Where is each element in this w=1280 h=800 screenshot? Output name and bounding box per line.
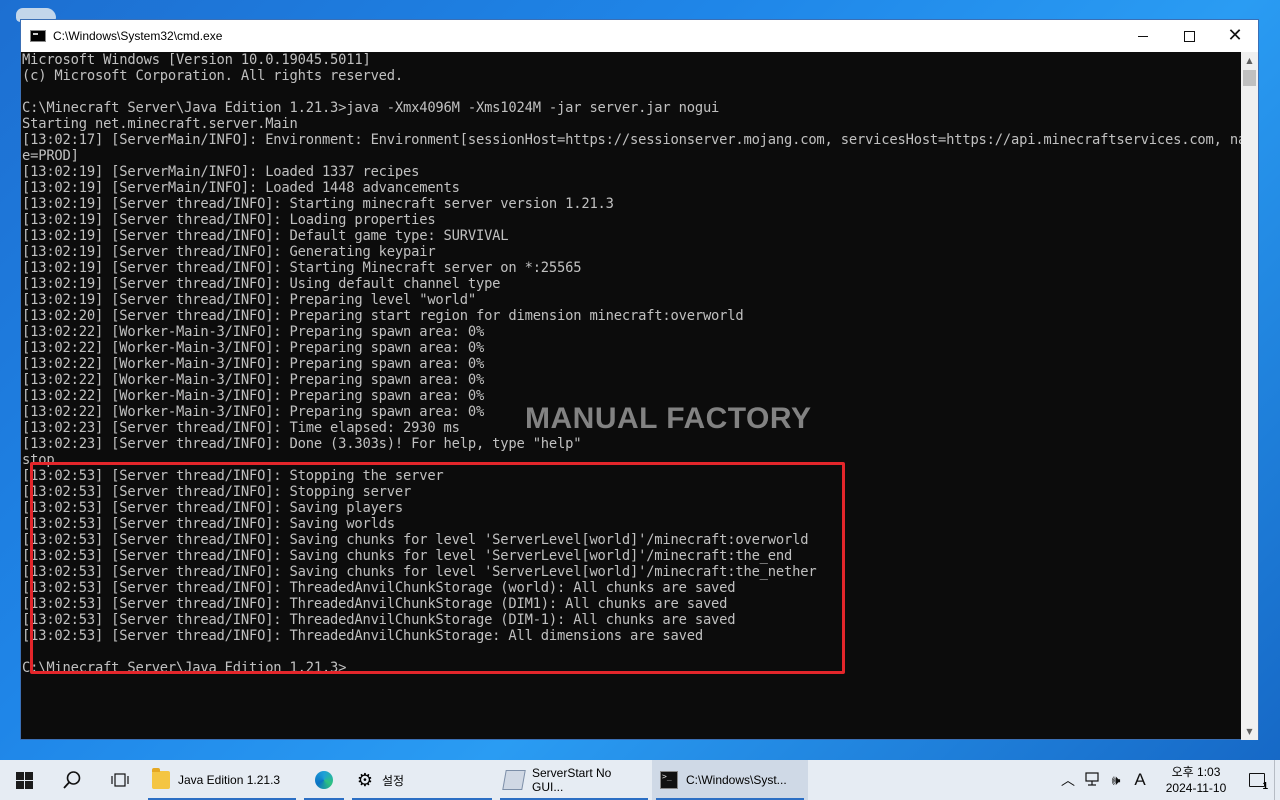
chevron-up-icon[interactable]: ︿ <box>1056 770 1080 790</box>
show-desktop-button[interactable] <box>1274 760 1280 800</box>
watermark: MANUAL FACTORY <box>525 402 812 435</box>
console-line: [13:02:19] [ServerMain/INFO]: Loaded 133… <box>22 164 420 180</box>
taskbar-app-cmd[interactable]: C:\Windows\Syst... <box>652 760 808 800</box>
network-icon[interactable] <box>1080 771 1104 789</box>
taskbar-app-edge[interactable] <box>300 760 348 800</box>
taskbar-app-label: ServerStart No GUI... <box>532 766 612 794</box>
task-view-icon <box>111 773 129 787</box>
taskbar-app-label: Java Edition 1.21.3 <box>178 773 281 787</box>
taskbar: Java Edition 1.21.3 ⚙ 설정 ServerStart No … <box>0 760 1280 800</box>
gear-icon: ⚙ <box>356 770 374 790</box>
window-title: C:\Windows\System32\cmd.exe <box>53 29 223 43</box>
minimize-button[interactable] <box>1120 20 1166 52</box>
console-line: [13:02:19] [Server thread/INFO]: Startin… <box>22 260 582 276</box>
search-icon <box>63 771 81 789</box>
console-line: Starting net.minecraft.server.Main <box>22 116 298 132</box>
script-icon <box>502 770 526 790</box>
console-line: [13:02:19] [Server thread/INFO]: Generat… <box>22 244 436 260</box>
taskbar-app-serverstart[interactable]: ServerStart No GUI... <box>496 760 652 800</box>
vertical-scrollbar[interactable]: ▲ ▼ <box>1241 52 1258 740</box>
console-line: [13:02:19] [Server thread/INFO]: Prepari… <box>22 292 476 308</box>
windows-logo-icon <box>15 771 33 789</box>
clock[interactable]: 오후 1:03 2024-11-10 <box>1156 764 1236 796</box>
console-line: [13:02:23] [Server thread/INFO]: Done (3… <box>22 436 582 452</box>
edge-icon <box>315 771 333 789</box>
highlight-annotation <box>30 462 845 674</box>
taskbar-app-label: 설정 <box>382 773 405 788</box>
clock-time: 오후 1:03 <box>1171 765 1221 779</box>
console-line: [13:02:22] [Worker-Main-3/INFO]: Prepari… <box>22 372 485 388</box>
console-line: [13:02:20] [Server thread/INFO]: Prepari… <box>22 308 744 324</box>
task-view-button[interactable] <box>96 760 144 800</box>
system-tray: ︿ 🕪 A 오후 1:03 2024-11-10 1 <box>1056 760 1280 800</box>
console-line: (c) Microsoft Corporation. All rights re… <box>22 68 404 84</box>
taskbar-app-settings[interactable]: ⚙ 설정 <box>348 760 496 800</box>
console-line: [13:02:19] [ServerMain/INFO]: Loaded 144… <box>22 180 460 196</box>
close-icon: ✕ <box>1227 25 1243 46</box>
search-button[interactable] <box>48 760 96 800</box>
taskbar-app-explorer[interactable]: Java Edition 1.21.3 <box>144 760 300 800</box>
start-button[interactable] <box>0 760 48 800</box>
notification-button[interactable]: 1 <box>1240 760 1274 800</box>
title-bar[interactable]: C:\Windows\System32\cmd.exe ✕ <box>21 20 1258 52</box>
scroll-thumb[interactable] <box>1243 70 1256 86</box>
console-line: [13:02:19] [Server thread/INFO]: Using d… <box>22 276 501 292</box>
folder-icon <box>152 768 170 789</box>
console-line: [13:02:19] [Server thread/INFO]: Default… <box>22 228 509 244</box>
console-line: [13:02:22] [Worker-Main-3/INFO]: Prepari… <box>22 324 485 340</box>
ime-indicator[interactable]: A <box>1128 770 1152 790</box>
clock-date: 2024-11-10 <box>1165 781 1227 795</box>
console-line: [13:02:22] [Worker-Main-3/INFO]: Prepari… <box>22 356 485 372</box>
maximize-button[interactable] <box>1166 20 1212 52</box>
speaker-icon[interactable]: 🕪 <box>1104 772 1128 789</box>
console-line: C:\Minecraft Server\Java Edition 1.21.3>… <box>22 100 720 116</box>
cmd-icon <box>660 771 678 789</box>
minimize-icon <box>1138 35 1148 37</box>
console-line: [13:02:17] [ServerMain/INFO]: Environmen… <box>22 132 1243 148</box>
console-line: [13:02:19] [Server thread/INFO]: Loading… <box>22 212 436 228</box>
scroll-up-icon[interactable]: ▲ <box>1241 52 1258 69</box>
scroll-down-icon[interactable]: ▼ <box>1241 723 1258 740</box>
close-button[interactable]: ✕ <box>1212 20 1258 52</box>
console-line: [13:02:22] [Worker-Main-3/INFO]: Prepari… <box>22 340 485 356</box>
console-line: [13:02:19] [Server thread/INFO]: Startin… <box>22 196 614 212</box>
maximize-icon <box>1183 30 1195 42</box>
cmd-window[interactable]: C:\Windows\System32\cmd.exe ✕ Microsoft … <box>20 19 1259 740</box>
notification-count: 1 <box>1262 781 1268 792</box>
network-glyph <box>1085 771 1099 786</box>
taskbar-app-label: C:\Windows\Syst... <box>686 773 787 787</box>
cmd-icon[interactable] <box>30 30 46 42</box>
console-line: Microsoft Windows [Version 10.0.19045.50… <box>22 52 371 68</box>
console-line: e=PROD] <box>22 148 79 164</box>
